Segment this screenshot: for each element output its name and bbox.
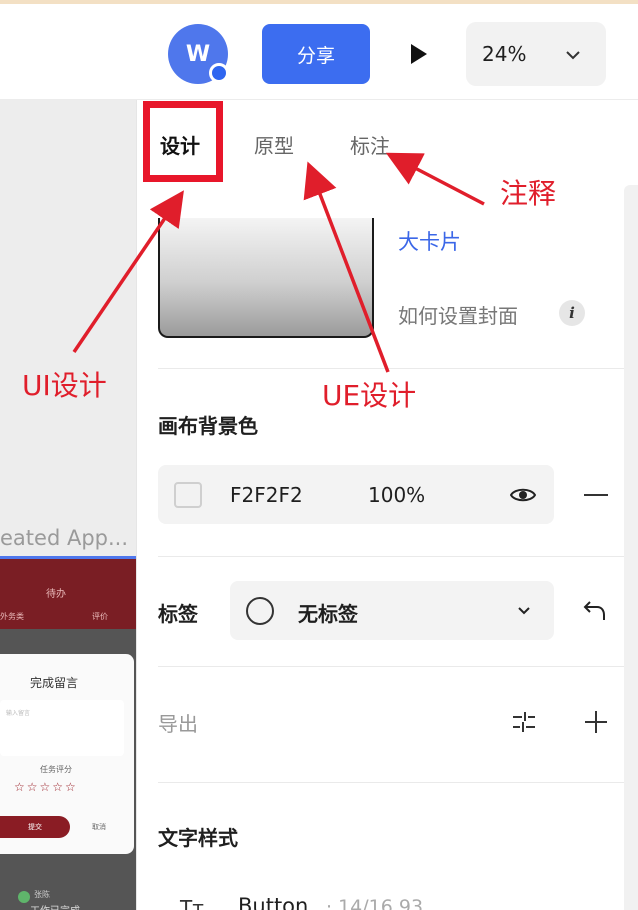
avatar-initial: W <box>185 41 211 67</box>
modal-submit-button: 提交 <box>0 816 70 838</box>
cover-help-text[interactable]: 如何设置封面 <box>398 300 518 329</box>
reset-icon[interactable] <box>582 598 608 624</box>
app-screen-preview[interactable]: 待办 外务类 评价 完成留言 输入留言 任务评分 ☆☆☆☆☆ 提交 取消 张陈 … <box>0 559 136 910</box>
text-style-title: 文字样式 <box>158 826 238 850</box>
frame-title[interactable]: eated App... <box>0 526 128 550</box>
annotation-ue-design: UE设计 <box>322 379 417 412</box>
cover-size-link[interactable]: 大卡片 <box>398 226 461 256</box>
text-style-size: · 14/16.93 <box>326 896 424 910</box>
divider <box>158 556 624 557</box>
remove-fill-icon[interactable] <box>584 494 608 496</box>
tag-label: 标签 <box>158 602 198 626</box>
top-toolbar: W 分享 24% <box>0 4 638 100</box>
zoom-value: 24% <box>482 42 527 66</box>
app-list-status: 工作已完成 <box>30 902 80 910</box>
canvas-bg-color-row[interactable]: F2F2F2 100% <box>158 465 554 524</box>
divider <box>158 782 624 783</box>
design-canvas[interactable]: eated App... 待办 外务类 评价 完成留言 输入留言 任务评分 ☆☆… <box>0 100 136 910</box>
text-style-name: Button <box>238 894 309 910</box>
info-icon[interactable]: i <box>559 300 585 326</box>
check-badge-icon <box>18 891 30 903</box>
app-header-subtab-left: 外务类 <box>0 612 24 621</box>
plus-icon[interactable] <box>584 710 608 734</box>
color-swatch[interactable] <box>174 482 202 508</box>
star-rating-icons: ☆☆☆☆☆ <box>14 780 78 794</box>
online-status-dot <box>209 63 229 83</box>
chevron-down-icon <box>518 607 530 615</box>
text-style-icon: Tт <box>180 896 204 910</box>
annotation-note: 注释 <box>500 177 557 210</box>
chevron-down-icon <box>566 51 580 60</box>
panel-scrollbar[interactable] <box>624 185 638 910</box>
modal-title: 完成留言 <box>30 676 79 690</box>
modal-cancel-button: 取消 <box>92 823 106 831</box>
zoom-select[interactable]: 24% <box>466 22 606 86</box>
divider <box>158 368 624 369</box>
adjust-sliders-icon[interactable] <box>510 708 538 736</box>
bg-hex-value[interactable]: F2F2F2 <box>230 483 303 507</box>
export-title: 导出 <box>158 712 198 736</box>
tag-color-circle-icon <box>246 597 274 625</box>
text-style-item[interactable]: Tт Button · 14/16.93 <box>158 890 628 910</box>
tab-prototype[interactable]: 原型 <box>254 130 294 159</box>
app-header: 待办 外务类 评价 <box>0 559 136 629</box>
cover-thumbnail[interactable] <box>158 218 374 338</box>
highlight-box <box>143 101 223 182</box>
play-icon[interactable] <box>406 42 430 66</box>
app-header-title: 待办 <box>46 589 66 600</box>
modal-rating-label: 任务评分 <box>40 765 72 774</box>
tag-select[interactable]: 无标签 <box>230 581 554 640</box>
tab-annotate[interactable]: 标注 <box>350 130 390 159</box>
tag-value: 无标签 <box>298 602 358 626</box>
bg-opacity-value[interactable]: 100% <box>368 483 425 507</box>
app-modal: 完成留言 输入留言 任务评分 ☆☆☆☆☆ 提交 取消 <box>0 654 134 854</box>
modal-input: 输入留言 <box>0 700 124 756</box>
eye-icon[interactable] <box>510 485 536 505</box>
share-button[interactable]: 分享 <box>262 24 370 84</box>
modal-input-placeholder: 输入留言 <box>6 710 31 717</box>
divider <box>158 666 624 667</box>
annotation-ui-design: UI设计 <box>22 369 107 402</box>
app-list-name: 张陈 <box>34 890 50 899</box>
canvas-bg-title: 画布背景色 <box>158 414 258 438</box>
app-header-subtab-right: 评价 <box>92 612 108 621</box>
